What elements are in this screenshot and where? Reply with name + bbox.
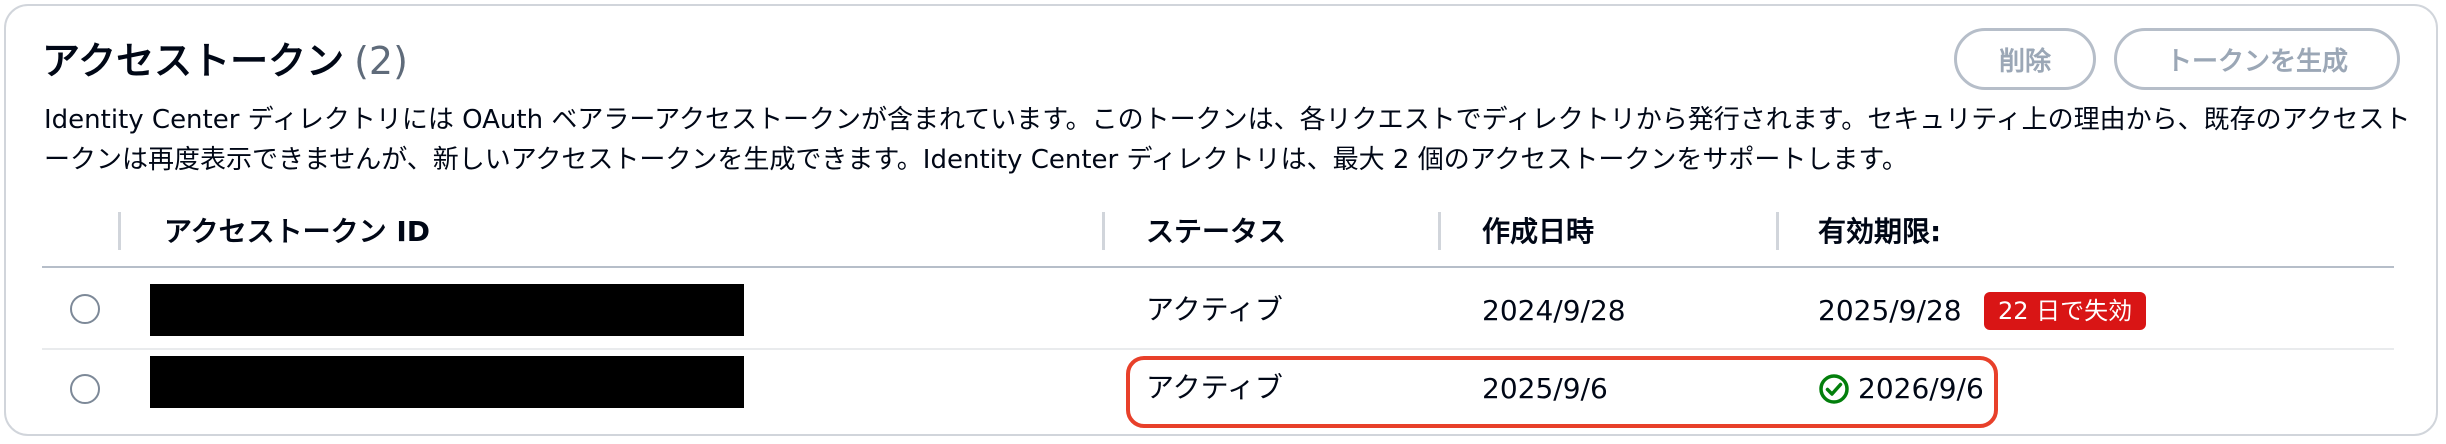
page-title: アクセストークン (2) (42, 30, 408, 85)
highlight-annotation (1126, 356, 1998, 428)
row-select-radio[interactable] (70, 374, 100, 404)
row-divider (42, 348, 2394, 350)
generate-token-button[interactable]: トークンを生成 (2114, 28, 2400, 90)
column-header-expires[interactable]: 有効期限: (1818, 212, 1941, 252)
title-text: アクセストークン (42, 39, 345, 83)
column-header-token-id[interactable]: アクセストークン ID (164, 212, 430, 252)
token-count: (2) (354, 39, 408, 83)
redacted-token-id (150, 284, 744, 336)
column-header-status[interactable]: ステータス (1146, 212, 1286, 252)
column-separator (1438, 212, 1441, 250)
delete-button[interactable]: 削除 (1954, 28, 2096, 90)
column-separator (1776, 212, 1779, 250)
created-cell: 2024/9/28 (1482, 294, 1626, 327)
description-text: Identity Center ディレクトリには OAuth ベアラーアクセスト… (44, 105, 2411, 175)
redacted-token-id (150, 356, 744, 408)
column-header-created[interactable]: 作成日時 (1482, 212, 1594, 252)
row-select-radio[interactable] (70, 294, 100, 324)
expires-cell: 2025/9/28 (1818, 294, 1962, 327)
status-cell: アクティブ (1146, 293, 1283, 326)
column-separator (118, 212, 121, 250)
column-separator (1102, 212, 1105, 250)
expiry-warning-badge: 22 日で失効 (1984, 292, 2147, 330)
header-divider (42, 266, 2394, 268)
